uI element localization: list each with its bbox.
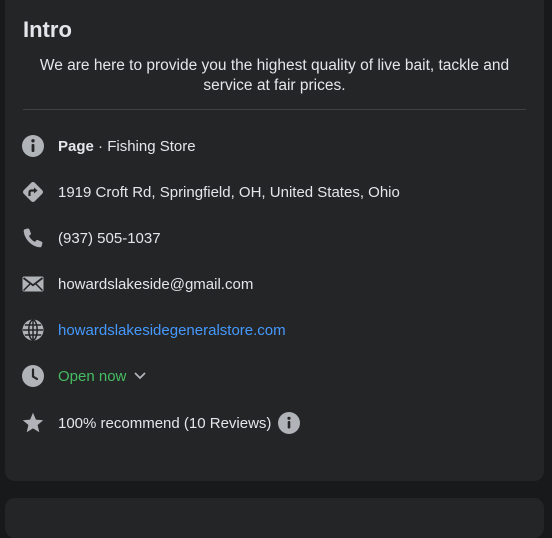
directions-icon	[21, 180, 45, 204]
intro-bio: We are here to provide you the highest q…	[39, 57, 510, 94]
page-label: Page	[58, 137, 94, 155]
rating-text: 100% recommend (10 Reviews)	[58, 414, 272, 432]
phone-row[interactable]: (937) 505-1037	[21, 224, 161, 252]
website-row: howardslakesidegeneralstore.com	[21, 316, 286, 344]
hours-row[interactable]: Open now	[21, 362, 146, 390]
phone-icon	[21, 226, 45, 250]
rating-info-icon[interactable]	[278, 412, 301, 434]
divider	[23, 109, 526, 110]
clock-icon	[21, 364, 45, 388]
website-link[interactable]: howardslakesidegeneralstore.com	[58, 322, 286, 339]
star-icon	[21, 411, 45, 435]
page-category-row: Page · Fishing Store	[21, 132, 196, 160]
next-card	[5, 498, 544, 538]
address-row[interactable]: 1919 Croft Rd, Springfield, OH, United S…	[21, 178, 400, 206]
chevron-down-icon[interactable]	[134, 372, 146, 380]
email-text: howardslakeside@gmail.com	[58, 275, 254, 293]
address-text: 1919 Croft Rd, Springfield, OH, United S…	[58, 183, 400, 201]
mail-icon	[21, 272, 45, 296]
intro-title: Intro	[23, 17, 72, 42]
hours-status: Open now	[58, 367, 127, 385]
rating-row[interactable]: 100% recommend (10 Reviews)	[21, 409, 301, 437]
info-icon	[21, 134, 45, 158]
page-category[interactable]: Fishing Store	[107, 138, 195, 155]
globe-icon	[21, 318, 45, 342]
intro-card: Intro We are here to provide you the hig…	[5, 0, 544, 481]
phone-text: (937) 505-1037	[58, 229, 161, 247]
email-row[interactable]: howardslakeside@gmail.com	[21, 270, 253, 298]
page-separator: ·	[93, 137, 108, 155]
